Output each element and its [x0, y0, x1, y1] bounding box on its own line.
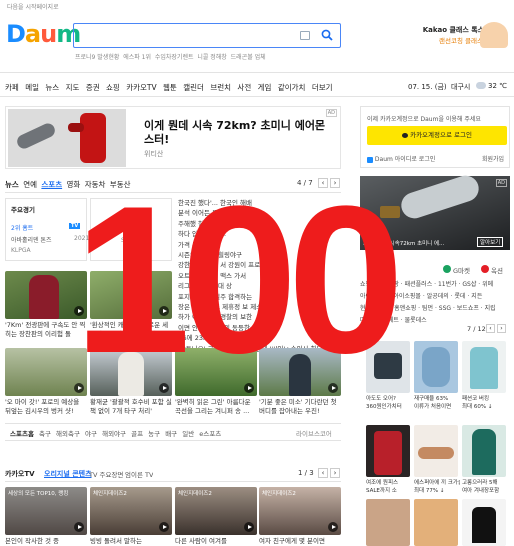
divider: [0, 72, 514, 73]
nav-webtoon: 웹툰: [163, 83, 177, 92]
set-homepage-link[interactable]: 다음을 시작페이지로: [7, 2, 59, 11]
divider: [5, 423, 341, 424]
nav-together: 같이가치: [277, 83, 306, 92]
tv-thumbnail[interactable]: 체인지데이즈2: [90, 487, 172, 535]
shop-next-button[interactable]: ›: [497, 324, 506, 333]
product-image[interactable]: [462, 341, 506, 393]
cloud-icon: [476, 82, 486, 89]
daum-logo[interactable]: Daum: [6, 20, 81, 48]
video-caption[interactable]: '완벽히 읽은 그린' 아름다운 곡선을 그리는 겨니퍼 송 ...: [175, 398, 257, 416]
divider: [5, 440, 341, 441]
ad-image: [8, 109, 126, 167]
kakaotv-pagination: 1 / 3: [298, 469, 314, 477]
play-icon: [244, 522, 254, 532]
video-caption[interactable]: '기분 좋은 미소' 기다란던 첫 버디를 잡아내는 우진!: [259, 398, 341, 416]
nav-map: 지도: [65, 83, 80, 92]
tab-other-tv[interactable]: 엄이른 TV: [125, 469, 153, 479]
shop-prev-button[interactable]: ‹: [486, 324, 495, 333]
divider: [0, 96, 514, 97]
gmarket-icon: [443, 265, 451, 273]
ad-product-image: [397, 172, 483, 222]
tv-thumbnail[interactable]: 체인지데이즈2: [175, 487, 257, 535]
nav-cafe: 카페: [5, 83, 19, 92]
shopping-pagination: 7 / 12: [467, 325, 486, 333]
product-image[interactable]: [366, 425, 410, 477]
search-icon[interactable]: [321, 29, 333, 41]
keyboard-icon[interactable]: [300, 31, 310, 40]
tv-next-button[interactable]: ›: [330, 468, 340, 478]
product-image[interactable]: [462, 499, 506, 546]
tab-sports: 스포츠: [41, 180, 63, 189]
learn-more-button[interactable]: 알아보기: [477, 237, 504, 247]
kakao-login-button[interactable]: 카카오계정으로 로그인: [367, 126, 507, 145]
nav-brunch: 브런치: [210, 83, 232, 92]
overlay-number: 100: [74, 162, 404, 397]
match-teams: 아바홀리덴 톤즈: [11, 237, 52, 244]
tv-thumbnail[interactable]: 체인지데이즈2: [259, 487, 341, 535]
tv-caption[interactable]: 빙빙 돌려서 말하는: [90, 537, 172, 546]
tab-entertainment: 연예: [23, 180, 38, 189]
search-input[interactable]: [80, 28, 290, 43]
tab-original[interactable]: 오리지널 콘텐츠: [44, 469, 92, 479]
team-rank: 2위 홈트: [11, 225, 34, 232]
signup-link[interactable]: 회원가입: [482, 154, 504, 163]
product-caption[interactable]: 고롱으러라 5해 여아 겨내장포함: [462, 479, 508, 495]
ad-badge: AD: [495, 179, 507, 187]
tv-caption[interactable]: 여자 친구에게 몇 분이면: [259, 537, 341, 546]
nav-game: 게임: [257, 83, 272, 92]
nav-more: 더보기: [311, 83, 333, 92]
product-image[interactable]: [414, 499, 458, 546]
divider: [5, 481, 341, 482]
tab-news: 뉴스: [5, 180, 19, 189]
nav-news: 뉴스: [45, 83, 60, 92]
weather-temp: 32 ℃: [488, 82, 507, 90]
nav-stock: 증권: [85, 83, 100, 92]
search-box[interactable]: [73, 23, 341, 48]
nav-kakaotv: 카카오TV: [126, 83, 157, 92]
product-caption[interactable]: 에스퍼아에 끼 크가슬림최대 77% ↓: [414, 479, 460, 495]
service-nav[interactable]: 카페 메일 뉴스 지도 증권 쇼핑 카카오TV 웹툰 캘린더 브런치 사전 게임…: [5, 82, 333, 93]
product-caption[interactable]: 재구매율 63% 이류가 처음이면: [414, 395, 460, 411]
speech-bubble-icon: [402, 132, 409, 138]
league-label: KLPGA: [11, 247, 31, 254]
product-caption[interactable]: 여조에 원피스 SALE까지 소: [366, 479, 412, 495]
date-label: 07. 15. (금): [408, 83, 447, 91]
tv-prev-button[interactable]: ‹: [318, 468, 328, 478]
nav-dictionary: 사전: [237, 83, 252, 92]
tab-tv-highlights[interactable]: TV 주요장면: [89, 469, 123, 479]
tv-thumbnail[interactable]: 세상의 모든 TOP10, 랭킹: [5, 487, 87, 535]
login-box: 이제 카카오계정으로 Daum을 이용해 주세요 카카오계정으로 로그인 Dau…: [360, 106, 510, 168]
ad-badge: AD: [325, 109, 337, 117]
tab-auction[interactable]: 옥션: [491, 265, 503, 275]
display-ad[interactable]: 이게 뭔데 시속 72km? 초미니 에어몬스터! 위티산 AD: [5, 106, 341, 169]
ad-advertiser: 위티산: [144, 150, 164, 158]
weather-city[interactable]: 대구시: [451, 82, 470, 92]
product-caption[interactable]: 패션코 버킹 최대 60% ↓: [462, 395, 508, 411]
kakaotv-label[interactable]: 카카오TV: [5, 469, 35, 479]
live-score-link[interactable]: 라이브스코어: [296, 428, 332, 438]
login-notice: 이제 카카오계정으로 Daum을 이용해 주세요: [367, 116, 481, 123]
play-icon: [74, 522, 84, 532]
product-image[interactable]: [366, 499, 410, 546]
video-caption[interactable]: 황재균 '괄괄적 호수비 포함 실책 없이 7개 타구 처리': [90, 398, 172, 416]
nav-mail: 메일: [25, 83, 40, 92]
nav-shopping: 쇼핑: [106, 83, 120, 92]
search-suggestions[interactable]: 프로니9 발생현황 에스파 1위 수입차장기렌트 니콜 정해창 드래곤볼 업체: [75, 52, 315, 61]
product-image[interactable]: [462, 425, 506, 477]
tv-caption[interactable]: 본인이 작사한 것 중: [5, 537, 87, 546]
play-icon: [159, 522, 169, 532]
product-caption[interactable]: 아도도 오어? 360원인가치터: [366, 395, 412, 411]
video-caption[interactable]: '오 마이 갓!' 포로의 예상을 뒤엎는 김시우의 벙커 샷!: [5, 398, 87, 416]
score-box-title: 주요경기: [11, 206, 35, 214]
tab-gmarket[interactable]: G마켓: [453, 265, 470, 275]
tv-caption[interactable]: 다른 사람이 여겨를: [175, 537, 257, 546]
product-image[interactable]: [414, 341, 458, 393]
sports-links[interactable]: 스포츠홈 축구 해외축구 야구 해외야구 골프 농구 배구 일반 e스포츠: [10, 428, 221, 438]
play-icon: [328, 522, 338, 532]
banner-character-image: [480, 22, 508, 48]
auction-icon: [481, 265, 489, 273]
nav-calendar: 캘린더: [183, 83, 204, 92]
ad-title[interactable]: 이게 뭔데 시속 72km? 초미니 에어몬스터!: [144, 119, 334, 147]
product-image[interactable]: [414, 425, 458, 477]
